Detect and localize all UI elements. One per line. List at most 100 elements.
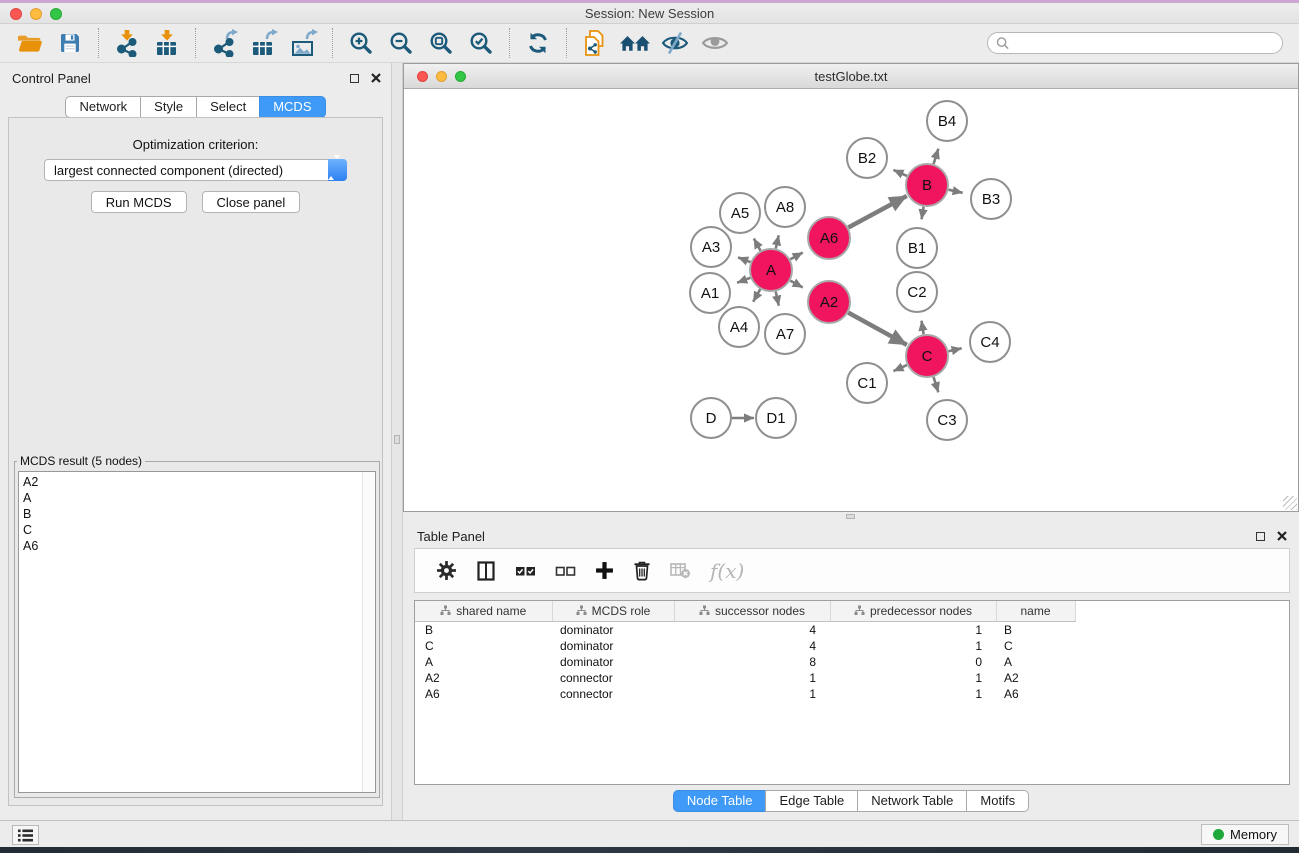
result-list-scrollbar[interactable] bbox=[362, 472, 375, 792]
create-column-button[interactable] bbox=[595, 556, 614, 586]
graph-node-B[interactable]: B bbox=[906, 164, 948, 206]
graph-edge-A2-C[interactable] bbox=[848, 313, 907, 345]
search-input[interactable] bbox=[1014, 36, 1274, 51]
table-cell[interactable]: C bbox=[415, 638, 552, 654]
graph-node-D[interactable]: D bbox=[691, 398, 731, 438]
graph-edge-C-C1[interactable] bbox=[893, 365, 906, 371]
table-cell[interactable]: A2 bbox=[415, 670, 552, 686]
column-header-mcds-role[interactable]: MCDS role bbox=[552, 601, 674, 621]
tab-motifs[interactable]: Motifs bbox=[966, 790, 1029, 812]
graph-edge-A-A2[interactable] bbox=[790, 281, 802, 288]
graph-node-B4[interactable]: B4 bbox=[927, 101, 967, 141]
mcds-result-item[interactable]: A2 bbox=[23, 474, 375, 490]
column-settings-button[interactable] bbox=[436, 556, 457, 586]
table-cell[interactable]: A2 bbox=[996, 670, 1075, 686]
vertical-split-divider[interactable] bbox=[391, 63, 403, 820]
toggle-column-display-button[interactable] bbox=[476, 556, 496, 586]
divider-grip[interactable] bbox=[846, 514, 855, 519]
graph-node-B3[interactable]: B3 bbox=[971, 179, 1011, 219]
export-table-button[interactable] bbox=[244, 27, 284, 59]
table-cell[interactable]: dominator bbox=[552, 654, 674, 670]
zoom-selected-button[interactable] bbox=[461, 27, 501, 59]
graph-node-A4[interactable]: A4 bbox=[719, 307, 759, 347]
tab-mcds[interactable]: MCDS bbox=[259, 96, 325, 118]
zoom-fit-button[interactable] bbox=[421, 27, 461, 59]
table-cell[interactable]: 1 bbox=[674, 686, 830, 702]
tab-style[interactable]: Style bbox=[140, 96, 197, 118]
graph-node-C[interactable]: C bbox=[906, 335, 948, 377]
zoom-out-button[interactable] bbox=[381, 27, 421, 59]
table-cell[interactable]: 1 bbox=[674, 670, 830, 686]
graph-edge-B-B3[interactable] bbox=[948, 190, 962, 193]
column-header-successor-nodes[interactable]: successor nodes bbox=[674, 601, 830, 621]
memory-button[interactable]: Memory bbox=[1201, 824, 1289, 845]
graph-node-B1[interactable]: B1 bbox=[897, 228, 937, 268]
table-cell[interactable]: A6 bbox=[415, 686, 552, 702]
graph-node-A7[interactable]: A7 bbox=[765, 314, 805, 354]
network-window-titlebar[interactable]: testGlobe.txt bbox=[404, 64, 1298, 89]
tab-node-table[interactable]: Node Table bbox=[673, 790, 767, 812]
save-session-button[interactable] bbox=[50, 27, 90, 59]
table-row[interactable]: Cdominator41C bbox=[415, 638, 1076, 654]
clone-network-button[interactable] bbox=[575, 27, 615, 59]
graph-edge-A-A5[interactable] bbox=[754, 238, 761, 250]
divider-grip[interactable] bbox=[394, 435, 400, 444]
optimization-criterion-select[interactable]: largest connected component (directed) bbox=[44, 159, 347, 181]
table-cell[interactable]: A bbox=[415, 654, 552, 670]
table-row[interactable]: A2connector11A2 bbox=[415, 670, 1076, 686]
graph-node-A2[interactable]: A2 bbox=[808, 281, 850, 323]
graph-edge-A-A4[interactable] bbox=[753, 289, 760, 302]
graph-edge-C-C4[interactable] bbox=[948, 348, 961, 351]
table-cell[interactable]: connector bbox=[552, 686, 674, 702]
table-cell[interactable]: A bbox=[996, 654, 1075, 670]
zoom-in-button[interactable] bbox=[341, 27, 381, 59]
graph-node-C3[interactable]: C3 bbox=[927, 400, 967, 440]
graph-node-A5[interactable]: A5 bbox=[720, 193, 760, 233]
tab-network[interactable]: Network bbox=[65, 96, 141, 118]
table-cell[interactable]: dominator bbox=[552, 621, 674, 638]
select-all-button[interactable] bbox=[515, 556, 536, 586]
tab-edge-table[interactable]: Edge Table bbox=[765, 790, 858, 812]
mcds-result-item[interactable]: A6 bbox=[23, 538, 375, 554]
float-panel-icon[interactable] bbox=[350, 74, 359, 83]
graph-edge-C-C3[interactable] bbox=[934, 377, 939, 392]
graph-edge-B-B4[interactable] bbox=[934, 149, 939, 164]
table-cell[interactable]: B bbox=[996, 621, 1075, 638]
graph-node-A[interactable]: A bbox=[750, 249, 792, 291]
window-resize-grip[interactable] bbox=[1283, 496, 1297, 510]
graph-edge-A-A1[interactable] bbox=[737, 278, 750, 283]
graph-node-B2[interactable]: B2 bbox=[847, 138, 887, 178]
import-table-button[interactable] bbox=[147, 27, 187, 59]
birds-eye-view-button[interactable] bbox=[695, 27, 735, 59]
table-cell[interactable]: 1 bbox=[830, 686, 996, 702]
search-field[interactable] bbox=[987, 32, 1283, 54]
network-canvas[interactable]: B4B2BB3A8A5A6A3B1AC2A1A2A4A7C4CC1DD1C3 bbox=[404, 89, 1298, 511]
graph-node-C1[interactable]: C1 bbox=[847, 363, 887, 403]
table-row[interactable]: Adominator80A bbox=[415, 654, 1076, 670]
graph-edge-A-A8[interactable] bbox=[776, 235, 779, 248]
minimize-window-button[interactable] bbox=[30, 8, 42, 20]
export-network-button[interactable] bbox=[204, 27, 244, 59]
close-panel-button[interactable]: Close panel bbox=[202, 191, 301, 213]
table-cell[interactable]: 1 bbox=[830, 670, 996, 686]
horizontal-split-divider[interactable] bbox=[403, 512, 1299, 521]
graph-node-A1[interactable]: A1 bbox=[690, 273, 730, 313]
table-cell[interactable]: C bbox=[996, 638, 1075, 654]
tab-select[interactable]: Select bbox=[196, 96, 260, 118]
graph-edge-B-B1[interactable] bbox=[922, 207, 924, 220]
graph-node-D1[interactable]: D1 bbox=[756, 398, 796, 438]
close-panel-icon[interactable] bbox=[1277, 531, 1287, 541]
mcds-result-item[interactable]: C bbox=[23, 522, 375, 538]
table-cell[interactable]: B bbox=[415, 621, 552, 638]
home-button[interactable] bbox=[615, 27, 655, 59]
table-cell[interactable]: 4 bbox=[674, 638, 830, 654]
graph-node-C4[interactable]: C4 bbox=[970, 322, 1010, 362]
graph-edge-A-A3[interactable] bbox=[738, 257, 750, 262]
graph-edge-A6-B[interactable] bbox=[848, 196, 906, 228]
graph-node-C2[interactable]: C2 bbox=[897, 272, 937, 312]
graph-node-A6[interactable]: A6 bbox=[808, 217, 850, 259]
close-panel-icon[interactable] bbox=[371, 73, 381, 83]
table-cell[interactable]: dominator bbox=[552, 638, 674, 654]
mcds-result-list[interactable]: A2ABCA6 bbox=[18, 471, 376, 793]
graph-edge-B-B2[interactable] bbox=[893, 170, 906, 176]
